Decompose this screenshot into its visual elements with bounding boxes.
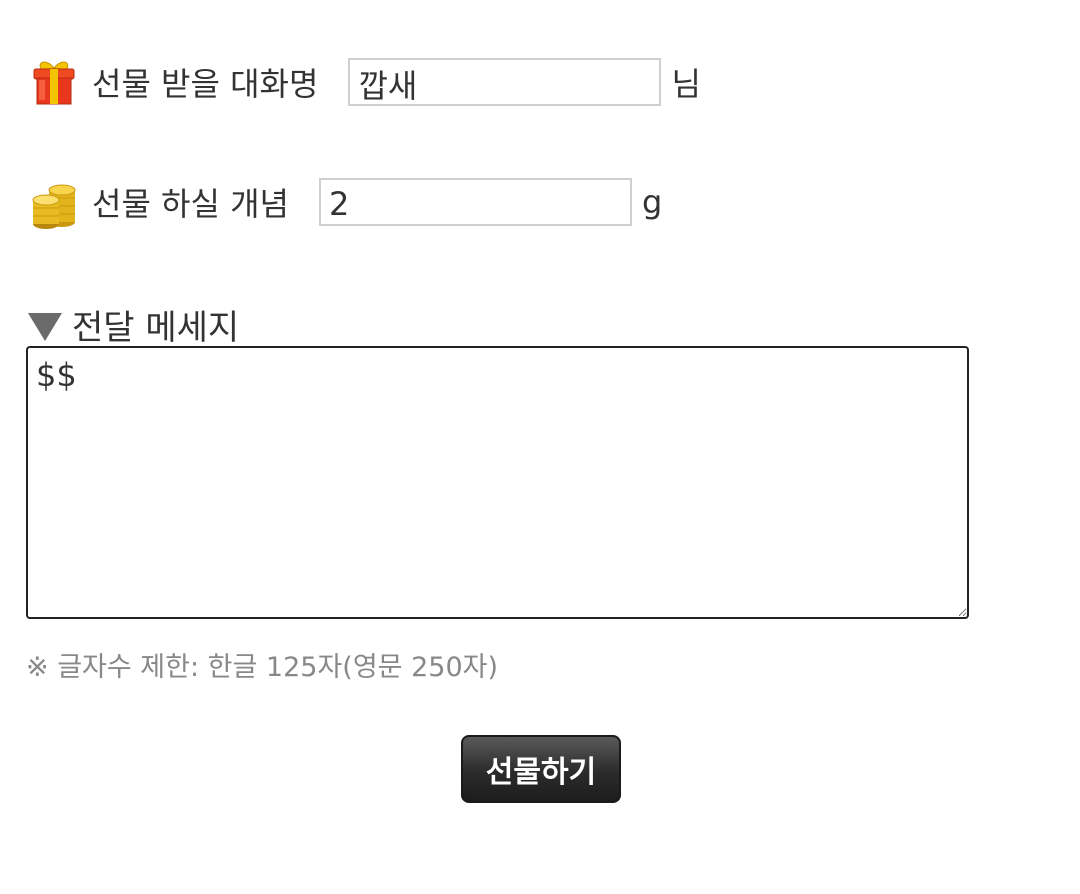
amount-row: 선물 하실 개념 g bbox=[28, 176, 663, 229]
gift-submit-button[interactable]: 선물하기 bbox=[461, 735, 621, 803]
char-limit-notice: ※ 글자수 제한: 한글 125자(영문 250자) bbox=[26, 652, 499, 683]
amount-suffix: g bbox=[641, 183, 663, 221]
amount-label: 선물 하실 개념 bbox=[92, 185, 289, 223]
message-title-text: 전달 메세지 bbox=[72, 308, 240, 348]
triangle-down-icon bbox=[28, 312, 62, 341]
gold-coins-icon bbox=[28, 176, 80, 229]
recipient-input[interactable] bbox=[348, 58, 662, 106]
amount-input[interactable] bbox=[318, 178, 632, 226]
message-title: 전달 메세지 bbox=[28, 300, 239, 349]
recipient-label: 선물 받을 대화명 bbox=[92, 65, 319, 103]
message-textarea[interactable]: $$ bbox=[26, 346, 969, 619]
recipient-row: 선물 받을 대화명 님 bbox=[28, 56, 701, 108]
recipient-suffix: 님 bbox=[671, 65, 701, 103]
gift-box-icon bbox=[28, 56, 80, 108]
